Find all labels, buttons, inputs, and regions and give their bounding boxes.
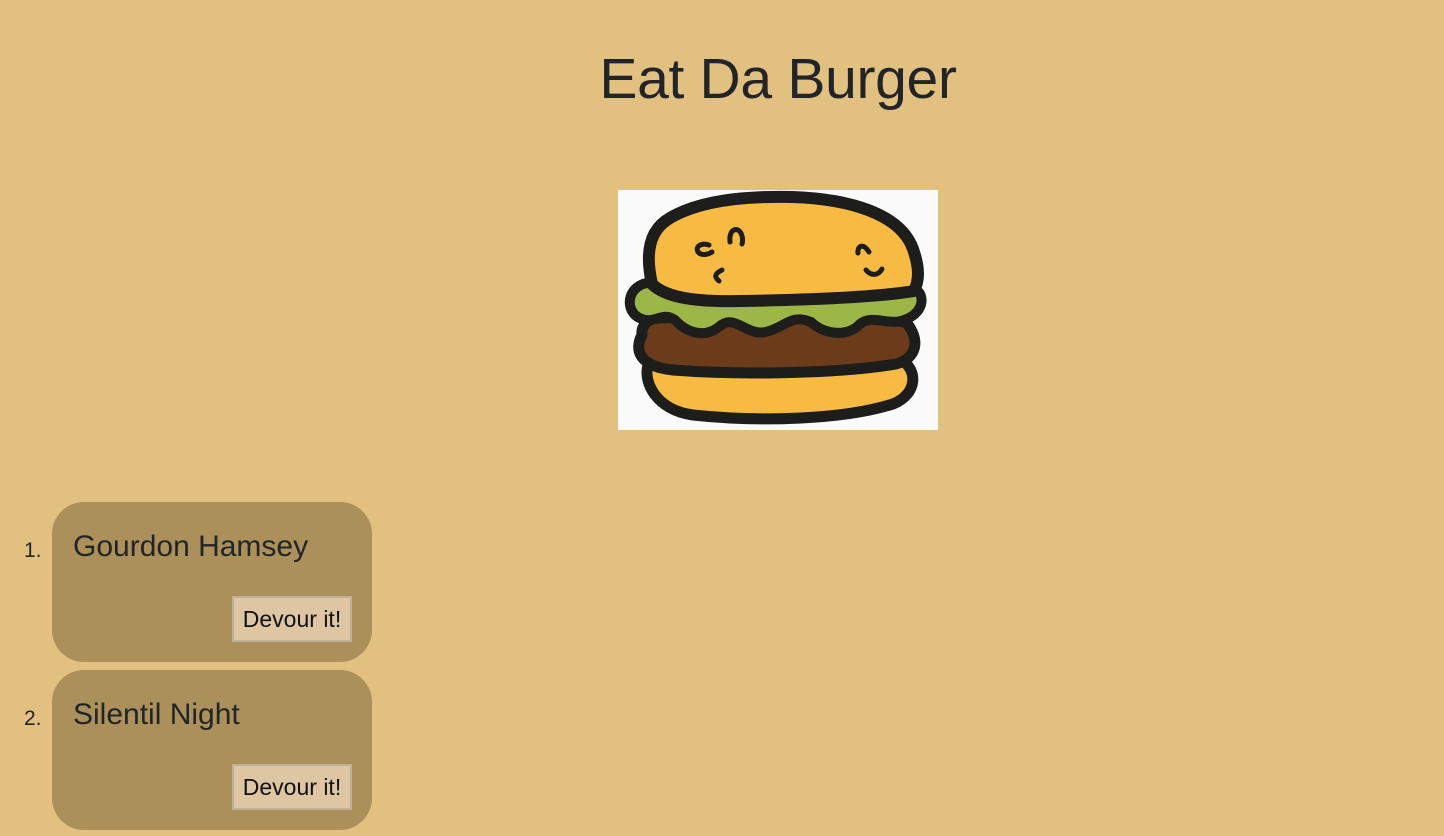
burger-image	[618, 190, 938, 430]
devour-button[interactable]: Devour it!	[232, 764, 352, 810]
list-item-number: 1.	[24, 539, 42, 562]
burger-name: Gourdon Hamsey	[73, 530, 309, 563]
burger-card: Silentil Night Devour it!	[52, 670, 372, 830]
page-title: Eat Da Burger	[599, 47, 957, 111]
list-item: 1. Gourdon Hamsey Devour it!	[0, 502, 372, 662]
burger-card: Gourdon Hamsey Devour it!	[52, 502, 372, 662]
devour-button[interactable]: Devour it!	[232, 596, 352, 642]
burger-name: Silentil Night	[73, 698, 240, 731]
list-item: 2. Silentil Night Devour it!	[0, 670, 372, 830]
list-item-number: 2.	[24, 707, 42, 730]
burger-illustration-icon	[618, 190, 938, 430]
